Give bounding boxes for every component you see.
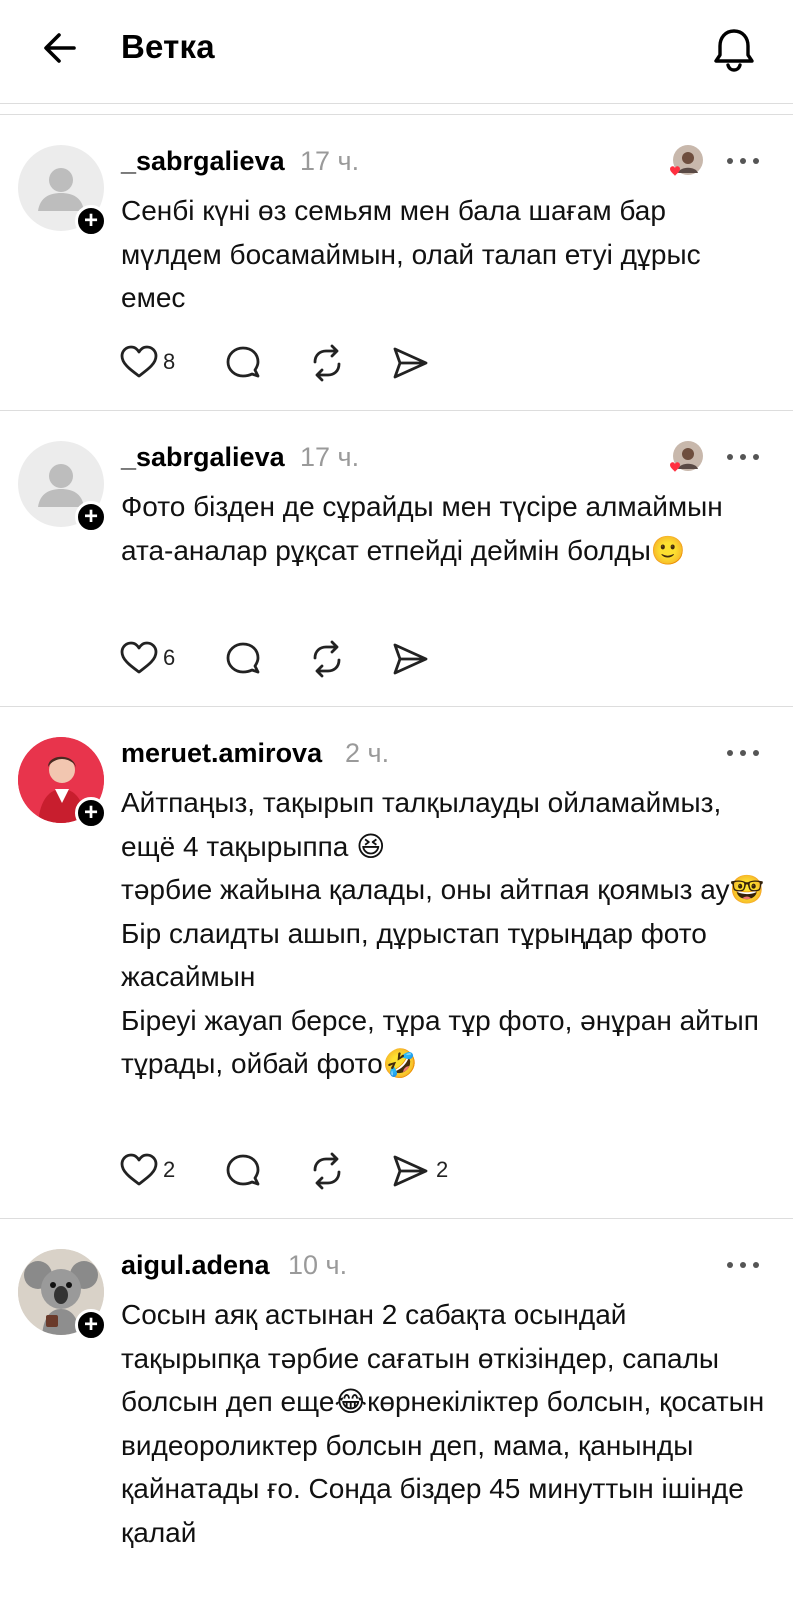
post-text: Фото бізден де сұрайды мен түсіре алмайм…: [121, 491, 723, 566]
username[interactable]: meruet.amirova: [121, 738, 322, 769]
send-icon[interactable]: 2: [390, 1151, 460, 1191]
username[interactable]: _sabrgalieva: [121, 146, 285, 177]
comment-icon[interactable]: [224, 1151, 264, 1191]
post-text: Сенбі күні өз семьям мен бала шағам бар …: [121, 195, 701, 313]
post-time: 10 ч.: [288, 1250, 348, 1280]
more-dots-icon[interactable]: [723, 1257, 763, 1277]
comment-icon[interactable]: [224, 343, 264, 383]
like-count: 6: [163, 645, 176, 670]
username[interactable]: aigul.adena: [121, 1250, 270, 1281]
liker-avatar-icon: [667, 441, 703, 475]
thread-post: + aigul.adena 10 ч. Сосын аяқ астынан 2 …: [0, 1219, 793, 1600]
divider: [0, 103, 793, 104]
page-title: Ветка: [121, 28, 215, 65]
follow-plus-icon[interactable]: +: [75, 797, 107, 829]
repost-icon[interactable]: [307, 1151, 347, 1191]
share-count: 2: [436, 1157, 449, 1182]
liker-avatar-icon: [667, 145, 703, 179]
post-text: Айтпаңыз, тақырып талқылауды ойламаймыз,…: [121, 787, 765, 1079]
thread-post: + _sabrgalieva 17 ч. Сенбі күні өз семья…: [0, 115, 793, 410]
more-dots-icon[interactable]: [723, 449, 763, 469]
post-text: Сосын аяқ астынан 2 сабақта осындай тақы…: [121, 1299, 765, 1548]
follow-plus-icon[interactable]: +: [75, 205, 107, 237]
bell-icon[interactable]: [711, 25, 757, 73]
thread-post: + _sabrgalieva 17 ч. Фото бізден де сұра…: [0, 411, 793, 706]
repost-icon[interactable]: [307, 639, 347, 679]
username[interactable]: _sabrgalieva: [121, 442, 285, 473]
send-icon[interactable]: [390, 343, 430, 383]
follow-plus-icon[interactable]: +: [75, 501, 107, 533]
top-bar: Ветка: [0, 0, 793, 104]
post-time: 17 ч.: [300, 442, 360, 472]
back-arrow-icon[interactable]: [38, 26, 82, 70]
post-time: 2 ч.: [345, 738, 390, 768]
post-time: 17 ч.: [300, 146, 360, 176]
like-count: 8: [163, 349, 176, 374]
thread-post: + meruet.amirova 2 ч. Айтпаңыз, тақырып …: [0, 707, 793, 1218]
repost-icon[interactable]: [307, 343, 347, 383]
more-dots-icon[interactable]: [723, 153, 763, 173]
like-button[interactable]: 8: [119, 343, 189, 383]
follow-plus-icon[interactable]: +: [75, 1309, 107, 1341]
comment-icon[interactable]: [224, 639, 264, 679]
more-dots-icon[interactable]: [723, 745, 763, 765]
like-button[interactable]: 2: [119, 1151, 189, 1191]
like-button[interactable]: 6: [119, 639, 189, 679]
send-icon[interactable]: [390, 639, 430, 679]
like-count: 2: [163, 1157, 176, 1182]
